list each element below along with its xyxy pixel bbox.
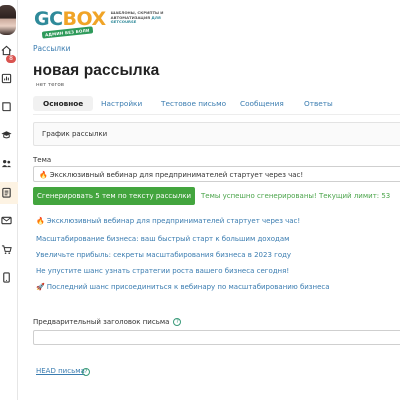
book-icon[interactable] (0, 100, 12, 112)
page-title: новая рассылка (33, 62, 160, 79)
help-icon[interactable]: ? (173, 318, 182, 326)
logo-gc-text: GC (34, 8, 63, 30)
preheader-label: Предварительный заголовок письма? (33, 318, 182, 326)
logo-subtitle: ШАБЛОНЫ, СКРИПТЫ И АВТОМАТИЗАЦИЯ ДЛЯ GET… (110, 10, 164, 25)
mail-icon[interactable] (0, 214, 12, 226)
suggestion-item[interactable]: 🔥 Эксклюзивный вебинар для предпринимател… (36, 217, 300, 225)
users-icon[interactable] (0, 157, 12, 169)
generate-status: Темы успешно сгенерированы! Текущий лими… (201, 192, 391, 200)
schedule-panel[interactable]: График рассылки (33, 122, 400, 146)
tab-bar: Основное Настройки Тестовое письмо Сообщ… (33, 93, 400, 115)
head-link[interactable]: HEAD письма (36, 367, 85, 375)
fire-emoji-icon: 🔥 (36, 217, 45, 225)
subject-label: Тема (33, 156, 52, 164)
cart-icon[interactable] (0, 243, 12, 255)
tab-settings[interactable]: Настройки (101, 99, 142, 108)
help-icon[interactable]: ? (82, 368, 90, 376)
tags-label[interactable]: нет тегов (36, 82, 64, 88)
subject-value: Эксклюзивный вебинар для предпринимателе… (49, 171, 304, 179)
gcbox-logo: GCBOX ШАБЛОНЫ, СКРИПТЫ И АВТОМАТИЗАЦИЯ Д… (34, 8, 171, 39)
dashboard-icon[interactable] (0, 72, 12, 84)
breadcrumb-mailings[interactable]: Рассылки (33, 44, 71, 53)
tab-replies[interactable]: Ответы (304, 99, 333, 108)
graduation-cap-icon[interactable] (0, 128, 12, 140)
mobile-icon[interactable] (0, 271, 12, 283)
suggestion-item[interactable]: Увеличьте прибыль: секреты масштабирован… (36, 251, 291, 259)
user-avatar[interactable] (0, 5, 16, 35)
main-content: GCBOX ШАБЛОНЫ, СКРИПТЫ И АВТОМАТИЗАЦИЯ Д… (18, 0, 400, 400)
suggestion-item[interactable]: Масштабирование бизнеса: ваш быстрый ста… (36, 235, 289, 243)
generate-subjects-button[interactable]: Сгенерировать 5 тем по тексту рассылки (33, 187, 195, 205)
tasks-icon[interactable] (0, 186, 12, 198)
notification-badge: 8 (6, 55, 16, 63)
rocket-emoji-icon: 🚀 (36, 283, 45, 291)
tab-test-email[interactable]: Тестовое письмо (161, 99, 226, 108)
schedule-panel-label: График рассылки (42, 130, 108, 138)
tab-messages[interactable]: Сообщения (240, 99, 284, 108)
suggestion-item[interactable]: Не упустите шанс узнать стратегии роста … (36, 267, 289, 275)
left-sidebar: 8 (0, 0, 18, 400)
subject-input[interactable]: 🔥 Эксклюзивный вебинар для предпринимател… (33, 166, 400, 182)
tab-main[interactable]: Основное (33, 96, 94, 111)
suggestion-item[interactable]: 🚀 Последний шанс присоединиться к вебинар… (36, 283, 330, 291)
fire-emoji-icon: 🔥 (39, 171, 48, 179)
preheader-input[interactable] (33, 330, 400, 345)
